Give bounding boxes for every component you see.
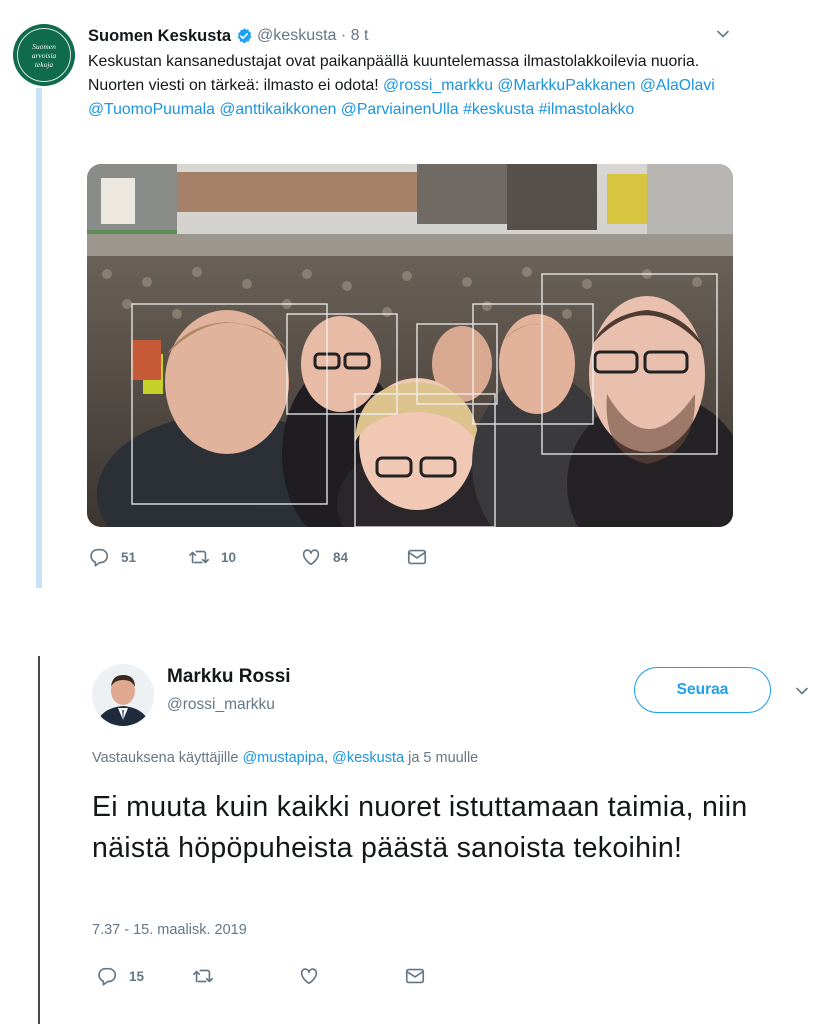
mention-link[interactable]: @rossi_markku bbox=[383, 77, 493, 94]
tweet1-actions: 51 10 84 bbox=[88, 543, 428, 571]
reply-count: 51 bbox=[121, 549, 137, 565]
reply-separator: , bbox=[324, 750, 333, 766]
like-count: 84 bbox=[333, 549, 349, 565]
like-icon bbox=[300, 968, 318, 985]
reply-user-link[interactable]: @mustapipa bbox=[242, 750, 324, 766]
verified-icon bbox=[237, 28, 252, 44]
retweet-icon bbox=[189, 550, 209, 564]
reply-icon bbox=[90, 548, 109, 567]
retweet-button[interactable]: 10 bbox=[188, 546, 300, 568]
tweet2-actions: 15 bbox=[96, 962, 426, 990]
tweet2-text: Ei muuta kuin kaikki nuoret istuttamaan … bbox=[92, 791, 748, 864]
avatar-logo-line: tekoja bbox=[34, 59, 54, 69]
mention-link[interactable]: @TuomoPuumala bbox=[88, 101, 215, 118]
retweet-button[interactable] bbox=[192, 965, 298, 987]
tweet2-handle[interactable]: @rossi_markku bbox=[167, 696, 275, 714]
avatar-logo-line: arvoisia bbox=[31, 50, 57, 60]
reply-suffix[interactable]: ja 5 muulle bbox=[404, 750, 478, 766]
tweet1-author-name[interactable]: Suomen Keskusta bbox=[88, 27, 231, 46]
like-button[interactable]: 84 bbox=[300, 546, 406, 568]
avatar-logo-line: Suomen bbox=[32, 41, 56, 51]
mention-link[interactable]: @ParviainenUlla bbox=[341, 101, 459, 118]
tweet1-text: Keskustan kansanedustajat ovat paikanpää… bbox=[88, 50, 733, 122]
thread-connector-line bbox=[36, 88, 42, 588]
reply-count: 15 bbox=[129, 968, 145, 984]
tweet1-header: Suomen Keskusta @keskusta · 8 t bbox=[88, 24, 728, 48]
reply-prefix: Vastauksena käyttäjille bbox=[92, 750, 243, 766]
rossi-avatar[interactable] bbox=[92, 664, 154, 726]
avatar-photo bbox=[92, 664, 154, 726]
keskusta-avatar[interactable]: Suomen arvoisia tekoja bbox=[13, 24, 75, 86]
mention-link[interactable]: @AlaOlavi bbox=[640, 77, 715, 94]
retweet-count: 10 bbox=[221, 549, 237, 565]
selfie-photo-image bbox=[87, 164, 733, 527]
retweet-icon bbox=[193, 969, 213, 983]
mention-link[interactable]: @anttikaikkonen bbox=[219, 101, 336, 118]
message-button[interactable] bbox=[406, 546, 428, 568]
tweet2-author-name[interactable]: Markku Rossi bbox=[167, 666, 291, 688]
conversation-divider bbox=[38, 656, 40, 1024]
message-button[interactable] bbox=[404, 965, 426, 987]
reply-button[interactable]: 51 bbox=[88, 546, 188, 568]
hashtag-link[interactable]: #keskusta bbox=[463, 101, 534, 118]
message-icon bbox=[405, 968, 425, 984]
reply-icon bbox=[98, 967, 117, 986]
hashtag-link[interactable]: #ilmastolakko bbox=[539, 101, 635, 118]
chevron-down-icon[interactable] bbox=[715, 26, 731, 42]
chevron-down-icon[interactable] bbox=[794, 683, 810, 699]
reply-user-link[interactable]: @keskusta bbox=[332, 750, 404, 766]
mention-link[interactable]: @MarkkuPakkanen bbox=[497, 77, 635, 94]
follow-button[interactable]: Seuraa bbox=[634, 667, 771, 713]
like-button[interactable] bbox=[298, 965, 404, 987]
replying-to-line: Vastauksena käyttäjille @mustapipa, @kes… bbox=[92, 750, 478, 766]
tweet1-photo[interactable] bbox=[87, 164, 733, 527]
avatar-logo: Suomen arvoisia tekoja bbox=[17, 28, 71, 82]
reply-button[interactable]: 15 bbox=[96, 965, 192, 987]
message-icon bbox=[407, 549, 427, 565]
tweet1-handle-time[interactable]: @keskusta · 8 t bbox=[257, 27, 368, 45]
like-icon bbox=[302, 549, 320, 566]
tweet2-timestamp[interactable]: 7.37 - 15. maalisk. 2019 bbox=[92, 922, 247, 938]
